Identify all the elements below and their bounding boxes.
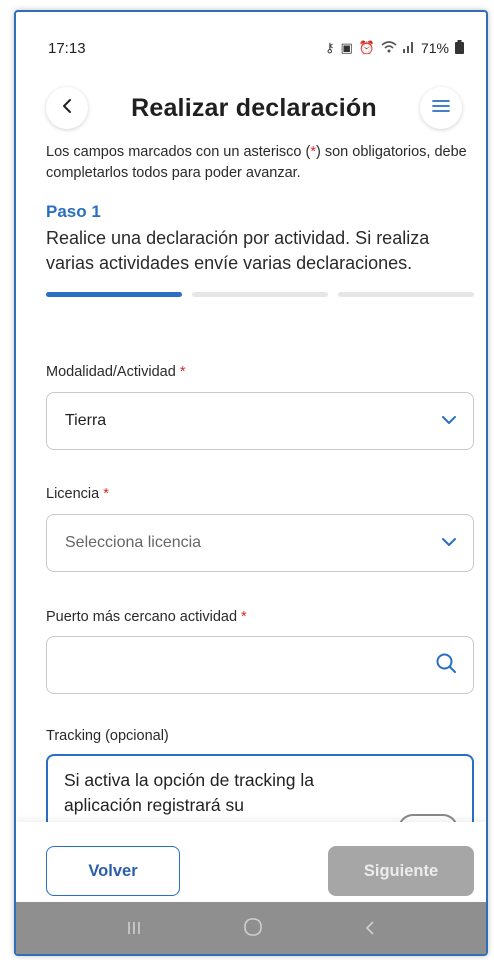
modalidad-select[interactable]: Tierra xyxy=(46,392,474,450)
modalidad-label-text: Modalidad/Actividad xyxy=(46,364,176,380)
volver-button[interactable]: Volver xyxy=(46,846,180,896)
home-icon[interactable] xyxy=(243,917,263,943)
notice-text-before: Los campos marcados con un asterisco ( xyxy=(46,144,311,160)
key-icon: ⚷ xyxy=(324,40,335,55)
tracking-description: Si activa la opción de tracking la aplic… xyxy=(64,770,314,815)
bottom-action-bar: Volver Siguiente xyxy=(16,822,486,902)
battery-icon xyxy=(455,39,464,57)
step-title: Paso 1 xyxy=(46,202,101,221)
alarm-icon: ⏰ xyxy=(358,40,375,55)
hamburger-menu-icon xyxy=(431,99,451,118)
step-description: Realice una declaración por actividad. S… xyxy=(46,228,430,273)
status-time: 17:13 xyxy=(48,39,86,57)
required-fields-notice: Los campos marcados con un asterisco (*)… xyxy=(46,142,474,184)
progress-step-3 xyxy=(338,292,474,297)
phone-screen: 17:13 ⚷ ▣ ⏰ 71% Realizar declaración Los… xyxy=(14,10,488,956)
puerto-label: Puerto más cercano actividad * xyxy=(46,609,247,625)
modalidad-value: Tierra xyxy=(65,412,107,429)
step-progress xyxy=(46,292,474,297)
licencia-label-text: Licencia xyxy=(46,486,100,502)
chevron-down-icon xyxy=(441,412,457,430)
puerto-label-text: Puerto más cercano actividad xyxy=(46,609,238,625)
puerto-search-input[interactable] xyxy=(46,636,474,694)
siguiente-button[interactable]: Siguiente xyxy=(328,846,474,896)
wifi-icon xyxy=(381,40,397,56)
page-title: Realizar declaración xyxy=(131,93,377,122)
progress-step-1 xyxy=(46,292,182,297)
form-intro: Los campos marcados con un asterisco (*)… xyxy=(46,142,474,297)
system-nav-bar xyxy=(16,902,486,954)
signal-icon xyxy=(402,41,415,56)
back-nav-icon[interactable] xyxy=(364,919,376,942)
required-asterisk: * xyxy=(103,486,109,502)
app-header: Realizar declaración xyxy=(16,72,486,144)
lock-icon: ▣ xyxy=(340,40,353,55)
required-asterisk: * xyxy=(241,609,247,625)
licencia-select[interactable]: Selecciona licencia xyxy=(46,514,474,572)
status-bar: 17:13 ⚷ ▣ ⏰ 71% xyxy=(16,12,486,72)
chevron-left-icon xyxy=(60,98,74,119)
licencia-label: Licencia * xyxy=(46,486,109,502)
chevron-down-icon xyxy=(441,534,457,552)
required-asterisk: * xyxy=(179,364,186,380)
modalidad-label: Modalidad/Actividad * xyxy=(46,364,185,380)
licencia-placeholder: Selecciona licencia xyxy=(65,534,202,551)
tracking-label: Tracking (opcional) xyxy=(46,728,169,744)
status-icons: ⚷ ▣ ⏰ 71% xyxy=(324,39,464,57)
search-icon[interactable] xyxy=(435,652,457,679)
recent-apps-icon[interactable] xyxy=(126,919,142,942)
menu-button[interactable] xyxy=(419,87,462,129)
back-button[interactable] xyxy=(46,87,88,129)
progress-step-2 xyxy=(192,292,328,297)
battery-percent: 71% xyxy=(420,40,449,56)
